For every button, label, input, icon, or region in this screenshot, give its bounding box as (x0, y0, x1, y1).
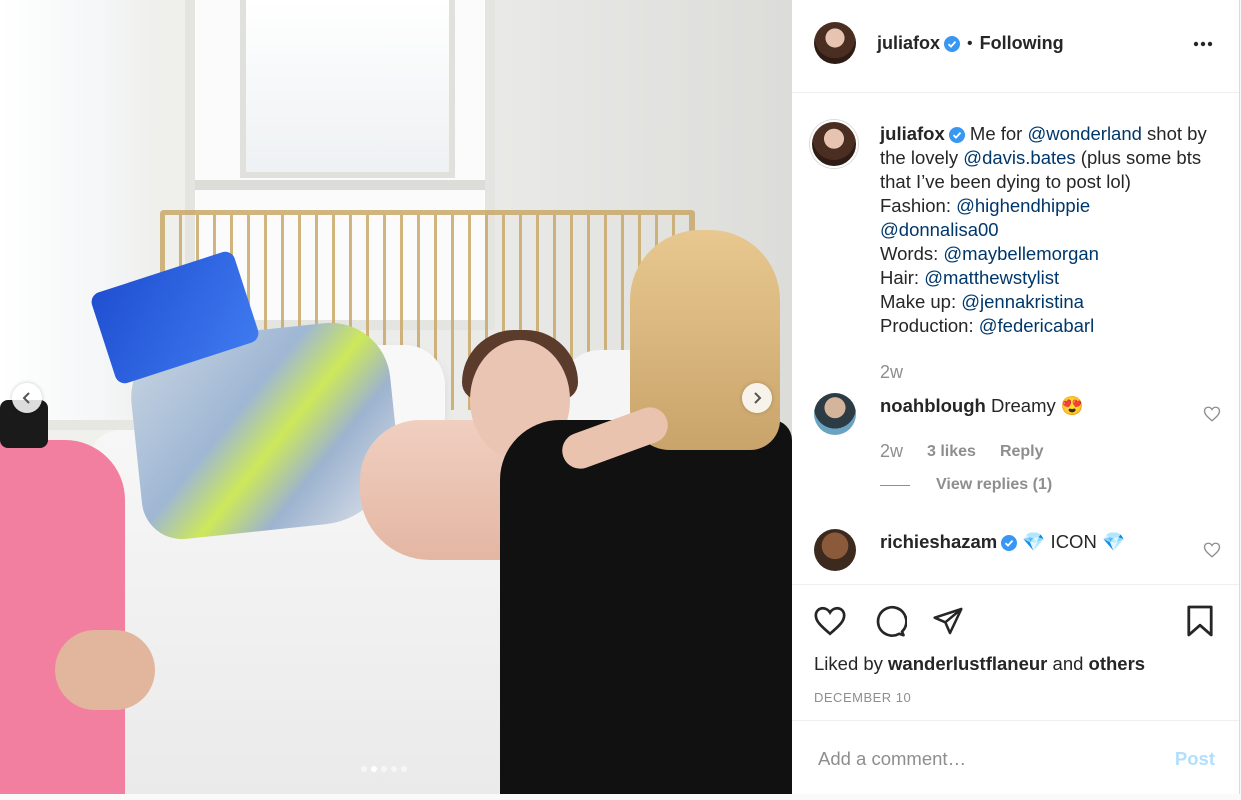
post-media[interactable] (0, 0, 792, 794)
save-button[interactable] (1182, 603, 1218, 639)
caption-username[interactable]: juliafox (880, 123, 945, 144)
slide-dot (361, 766, 367, 772)
caption-text: juliafox Me for @wonderland shot by the … (880, 122, 1230, 384)
slide-dot-active (371, 766, 377, 772)
next-slide-button[interactable] (742, 383, 772, 413)
header-separator: • (967, 34, 973, 52)
verified-badge-icon (1001, 535, 1018, 552)
liked-by-user[interactable]: wanderlustflaneur (888, 653, 1047, 674)
post-date[interactable]: DECEMBER 10 (814, 690, 911, 705)
caption-mention-link[interactable]: @highendhippie (956, 195, 1090, 216)
caption-timestamp[interactable]: 2w (880, 360, 1230, 384)
liked-by-others[interactable]: others (1089, 653, 1146, 674)
photo-makeup-artist (500, 420, 792, 794)
commenter-avatar[interactable] (814, 393, 856, 435)
caption-mention-link[interactable]: @jennakristina (961, 291, 1084, 312)
caption-text-segment: Me for (964, 123, 1028, 144)
caption-text-segment: Fashion: (880, 195, 957, 216)
comment-reply-button[interactable]: Reply (1000, 443, 1044, 461)
comment-input[interactable] (816, 747, 1150, 771)
comment-text: 💎 ICON 💎 (1022, 531, 1125, 552)
photo-photographer-arm (55, 630, 155, 710)
post-comment-button[interactable]: Post (1175, 748, 1215, 770)
caption-mention-link[interactable]: @matthewstylist (924, 267, 1059, 288)
verified-badge-icon (944, 35, 961, 52)
like-button[interactable] (812, 603, 848, 639)
replies-line (880, 484, 910, 486)
page-bottom-strip (0, 794, 1241, 800)
instagram-post: juliafox • Following juliafox Me for @wo… (0, 0, 1241, 800)
caption-text-segment: Make up: (880, 291, 962, 312)
caption-text-segment: Production: (880, 315, 979, 336)
previous-slide-button[interactable] (12, 383, 42, 413)
comment-line: richieshazam 💎 ICON 💎 (880, 531, 1125, 553)
photo-photographer-shirt (0, 440, 125, 794)
comment-timestamp[interactable]: 2w (880, 441, 903, 462)
author-username[interactable]: juliafox (877, 33, 940, 54)
author-info: juliafox • Following (877, 33, 1064, 54)
comment-line: noahblough Dreamy 😍 (880, 395, 1084, 417)
share-button[interactable] (930, 603, 966, 639)
paper-plane-icon (933, 607, 963, 635)
view-replies-label: View replies (1) (936, 476, 1053, 493)
comment-like-heart-icon[interactable] (1203, 405, 1221, 423)
post-actions: Liked by wanderlustflaneur and others DE… (792, 584, 1239, 705)
following-button[interactable]: Following (980, 33, 1064, 54)
slide-dot (391, 766, 397, 772)
comment-button[interactable] (872, 603, 908, 639)
slide-dot (401, 766, 407, 772)
comment-meta: 2w 3 likes Reply (880, 441, 1044, 462)
caption-text-segment: Words: (880, 243, 944, 264)
slide-dot (381, 766, 387, 772)
commenter-avatar[interactable] (814, 529, 856, 571)
post-header: juliafox • Following (792, 0, 1239, 93)
comments-section[interactable]: juliafox Me for @wonderland shot by the … (792, 93, 1239, 583)
comment-text: Dreamy 😍 (990, 395, 1084, 416)
post-side-panel: juliafox • Following juliafox Me for @wo… (792, 0, 1240, 794)
view-replies-button[interactable]: View replies (1) (880, 476, 1052, 494)
caption-mention-link[interactable]: @donnalisa00 (880, 219, 999, 240)
liked-by-prefix: Liked by (814, 653, 883, 674)
author-avatar[interactable] (814, 22, 856, 64)
liked-by-line: Liked by wanderlustflaneur and others (814, 653, 1145, 675)
caption-mention-link[interactable]: @maybellemorgan (943, 243, 1099, 264)
heart-icon (814, 606, 846, 636)
caption-mention-link[interactable]: @wonderland (1027, 123, 1141, 144)
chevron-right-icon (754, 392, 762, 404)
chevron-left-icon (22, 392, 30, 404)
caption-content: Me for @wonderland shot by the lovely @d… (880, 123, 1207, 336)
comment-username[interactable]: richieshazam (880, 531, 997, 552)
comment-like-heart-icon[interactable] (1203, 541, 1221, 559)
more-options-button[interactable] (1191, 32, 1215, 56)
slide-indicator (361, 766, 407, 772)
caption-text-segment: Hair: (880, 267, 925, 288)
caption-mention-link[interactable]: @federicabarl (979, 315, 1094, 336)
comment-bubble-icon (876, 605, 907, 637)
more-horizontal-icon (1193, 41, 1213, 47)
liked-by-and: and (1052, 653, 1084, 674)
comment-likes-count[interactable]: 3 likes (927, 443, 976, 461)
bookmark-icon (1187, 605, 1213, 637)
verified-badge-icon (948, 127, 965, 144)
add-comment-bar: Post (792, 720, 1239, 795)
caption-mention-link[interactable]: @davis.bates (963, 147, 1075, 168)
comment-username[interactable]: noahblough (880, 395, 986, 416)
caption-author-avatar[interactable] (810, 120, 858, 168)
